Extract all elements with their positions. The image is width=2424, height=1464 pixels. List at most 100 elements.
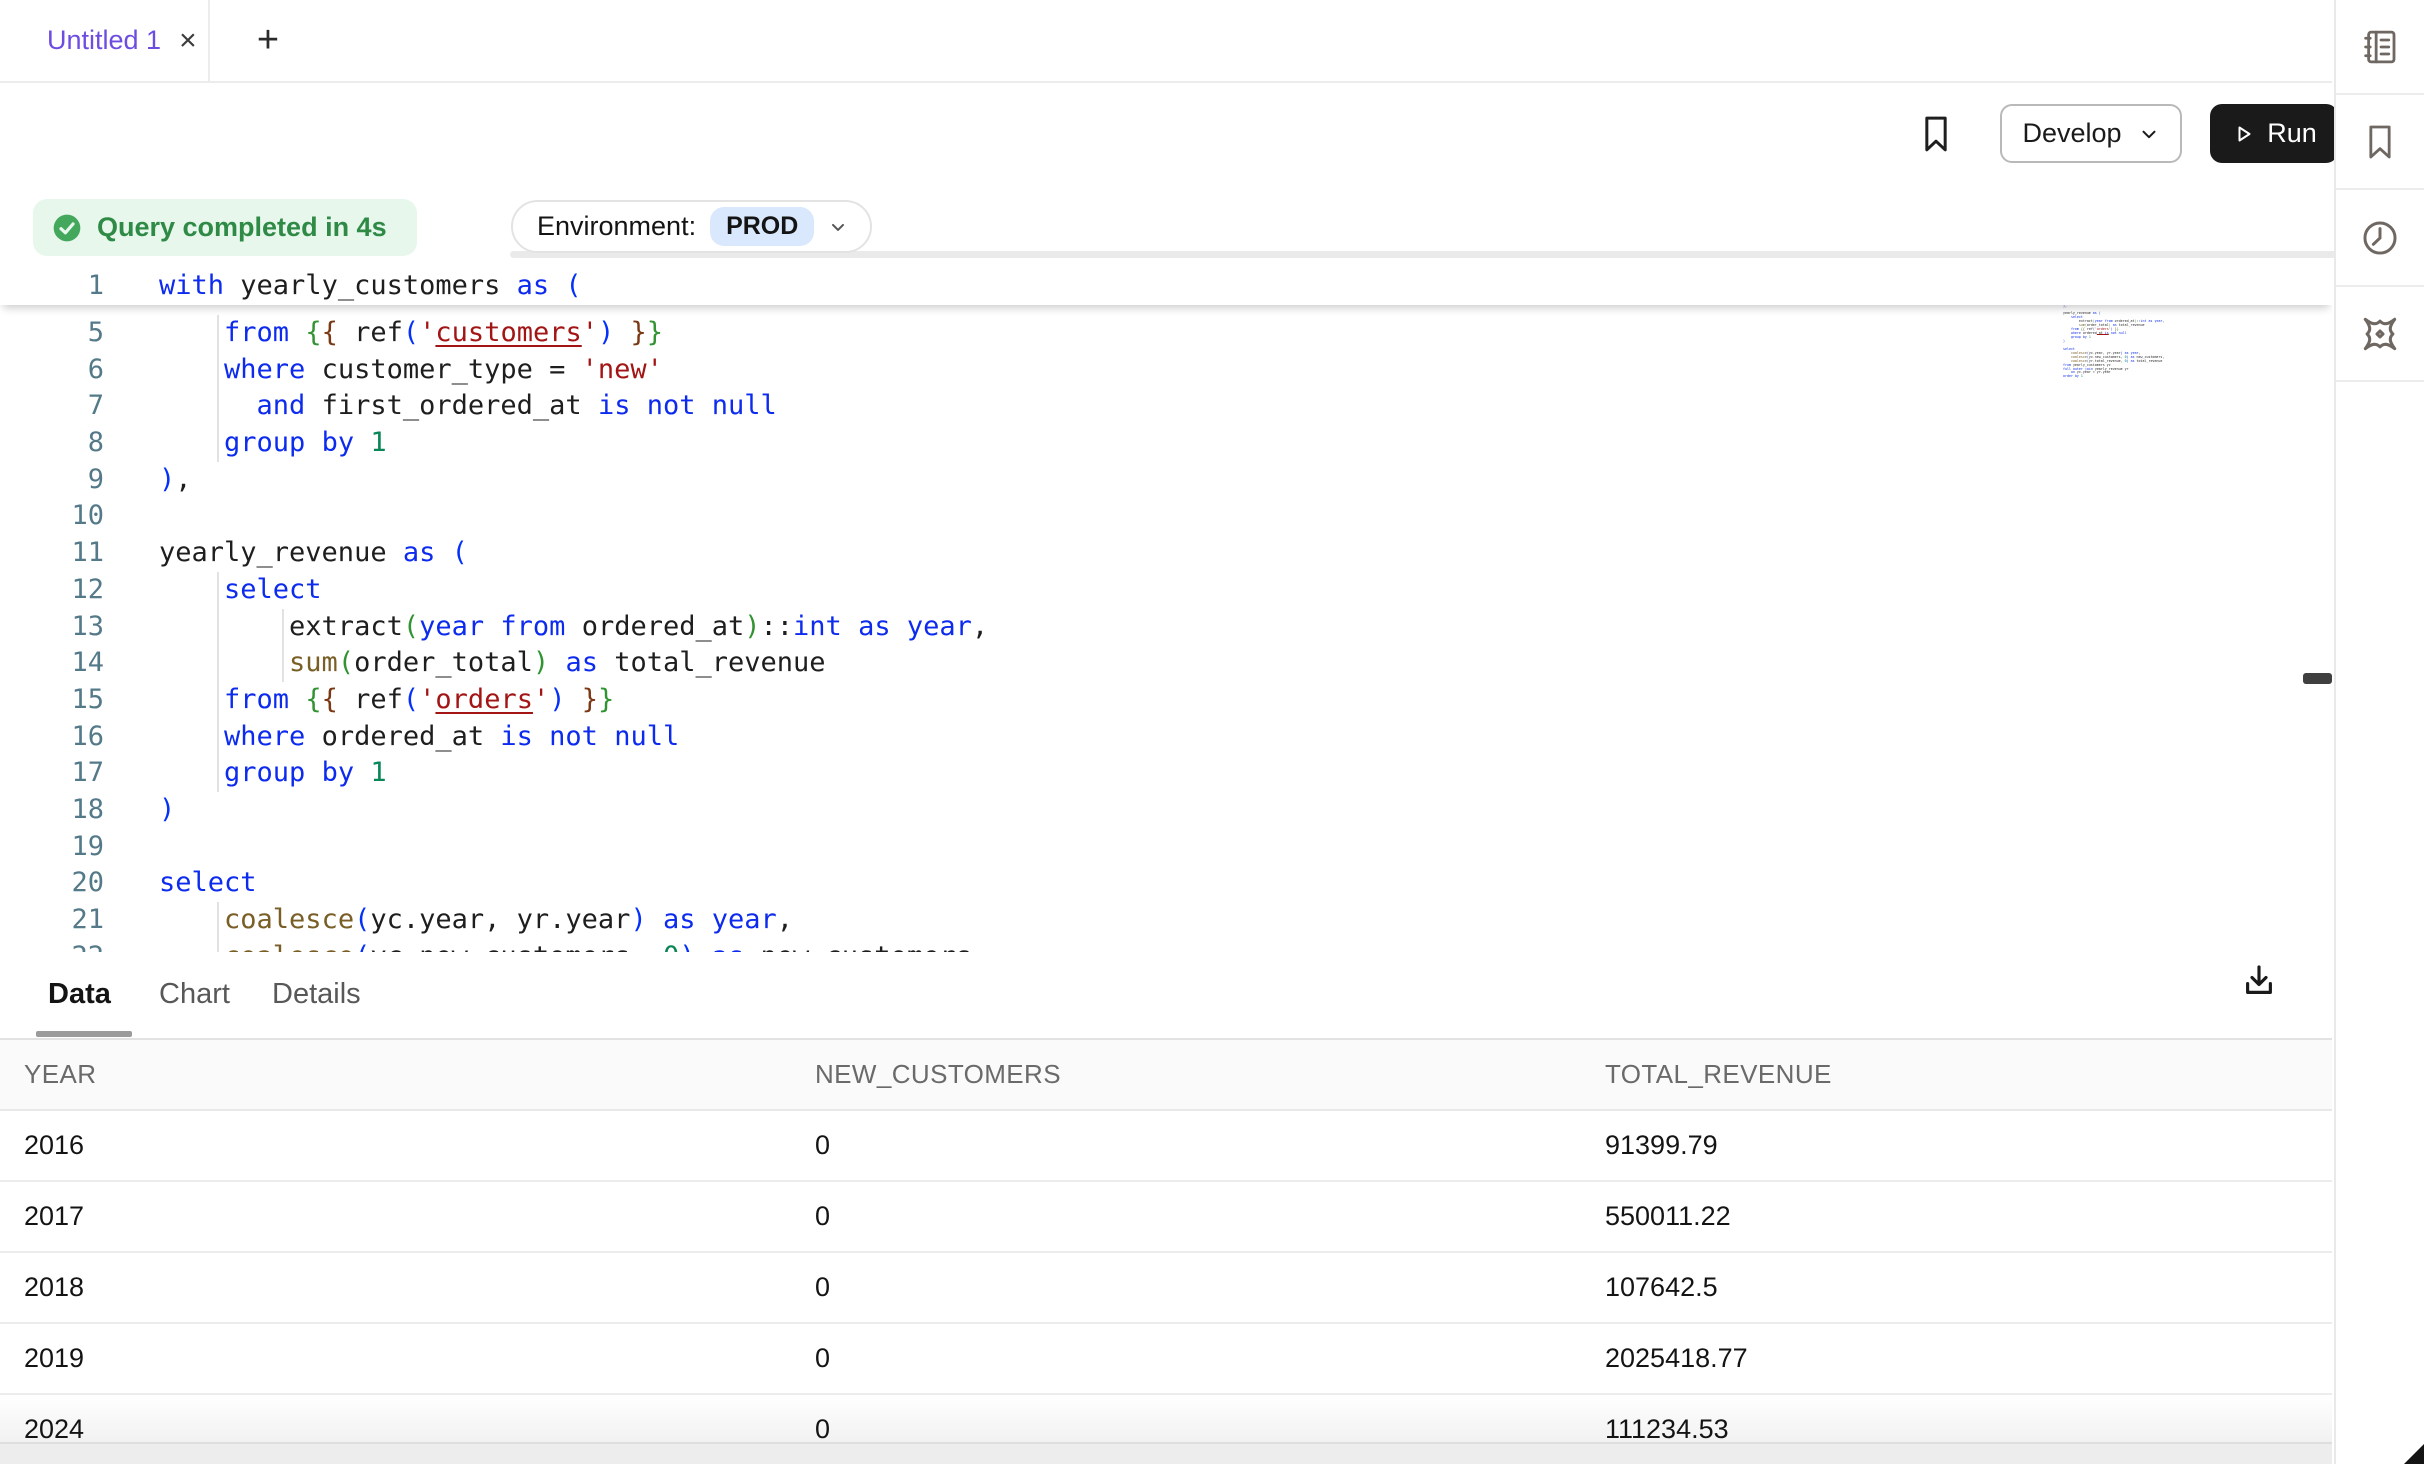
line-number: 22 [0,939,118,952]
develop-label: Develop [2022,118,2121,149]
code-line-19[interactable]: 19 [0,829,2332,866]
code-line-14[interactable]: 14 sum(order_total) as total_revenue [0,645,2332,682]
editor-scrollbar-thumb[interactable] [2303,673,2332,684]
results-tab-bar: Data Chart Details [0,952,2332,1040]
code-line-11[interactable]: 11yearly_revenue as ( [0,535,2332,572]
line-number: 14 [0,645,118,682]
results-tab-data[interactable]: Data [48,978,111,1011]
code-line-17[interactable]: 17 group by 1 [0,755,2332,792]
sidebar-bookmarks-button[interactable] [2336,95,2424,190]
table-cell: 2024 [24,1414,815,1445]
table-row-2019: 201902025418.77 [0,1324,2332,1395]
tab-close-icon[interactable]: × [179,26,197,56]
table-cell: 0 [815,1130,1605,1161]
sidebar-notebook-button[interactable] [2336,0,2424,95]
table-cell: 107642.5 [1605,1272,2332,1303]
environment-selector[interactable]: Environment: PROD [511,200,872,253]
results-tab-chart[interactable]: Chart [159,978,230,1011]
logo-star-icon [2358,312,2402,356]
table-cell: 2017 [24,1201,815,1232]
table-cell: 2018 [24,1272,815,1303]
line-number: 21 [0,902,118,939]
indent-guide [217,682,219,719]
code-line-15[interactable]: 15 from {{ ref('orders') }} [0,682,2332,719]
table-row-2018: 20180107642.5 [0,1253,2332,1324]
indent-guide [217,425,219,462]
sidebar-logo-button[interactable] [2336,287,2424,382]
table-cell: 0 [815,1201,1605,1232]
table-cell: 0 [815,1343,1605,1374]
editor-code-lines: 5 from {{ ref('customers') }}6 where cus… [0,315,2332,952]
line-number: 19 [0,829,118,866]
table-cell: 2019 [24,1343,815,1374]
tab-untitled-1[interactable]: Untitled 1 × [0,0,210,81]
code-line-21[interactable]: 21 coalesce(yc.year, yr.year) as year, [0,902,2332,939]
indent-guide [217,939,219,952]
table-header-row: YEARNEW_CUSTOMERSTOTAL_REVENUE [0,1040,2332,1111]
sql-editor[interactable]: 1with yearly_customers as ( 5 from {{ re… [0,268,2332,952]
code-line-9[interactable]: 9), [0,462,2332,499]
query-status-badge: Query completed in 4s [33,199,417,256]
new-tab-button[interactable]: + [238,0,298,81]
indent-guide [217,609,219,646]
results-scrollbar-track[interactable] [0,1442,2332,1464]
sidebar-history-button[interactable] [2336,190,2424,287]
code-line-12[interactable]: 12 select [0,572,2332,609]
run-button[interactable]: Run [2210,104,2338,163]
bookmark-icon [2360,121,2400,163]
query-status-text: Query completed in 4s [97,212,387,243]
tab-bar: Untitled 1 × + [0,0,2332,83]
window-resize-handle[interactable] [2404,1444,2424,1464]
right-sidebar [2334,0,2424,1464]
code-line-7[interactable]: 7 and first_ordered_at is not null [0,388,2332,425]
indent-guide [217,388,219,425]
column-header-new_customers: NEW_CUSTOMERS [815,1059,1605,1090]
indent-guide [217,572,219,609]
results-tab-details[interactable]: Details [272,978,361,1011]
play-icon [2231,122,2255,146]
column-header-total_revenue: TOTAL_REVENUE [1605,1059,2332,1090]
code-line-6[interactable]: 6 where customer_type = 'new' [0,352,2332,389]
code-line-8[interactable]: 8 group by 1 [0,425,2332,462]
clock-icon [2359,217,2401,259]
line-number: 16 [0,719,118,756]
table-cell: 2025418.77 [1605,1343,2332,1374]
line-number: 18 [0,792,118,829]
chevron-down-icon [828,217,848,237]
tab-label: Untitled 1 [47,25,161,56]
bookmark-icon[interactable] [1916,112,1956,156]
download-icon [2238,960,2280,1002]
active-tab-underline [36,1031,132,1037]
line-number: 7 [0,388,118,425]
line-number: 20 [0,865,118,902]
code-line-5[interactable]: 5 from {{ ref('customers') }} [0,315,2332,352]
table-cell: 111234.53 [1605,1414,2332,1445]
chevron-down-icon [2138,123,2160,145]
code-line-18[interactable]: 18) [0,792,2332,829]
main-area: Untitled 1 × + Develop Run Query co [0,0,2332,1464]
line-number: 11 [0,535,118,572]
indent-guide [217,352,219,389]
code-line-10[interactable]: 10 [0,498,2332,535]
code-line-1[interactable]: 1with yearly_customers as ( [0,268,2332,305]
table-row-2017: 20170550011.22 [0,1182,2332,1253]
develop-dropdown-button[interactable]: Develop [2000,104,2182,163]
code-line-22[interactable]: 22 coalesce(yc.new_customers, 0) as new_… [0,939,2332,952]
indent-guide [217,719,219,756]
indent-guide [282,645,284,682]
run-label: Run [2267,118,2317,149]
environment-label: Environment: [537,211,696,242]
indent-guide [217,315,219,352]
code-line-20[interactable]: 20select [0,865,2332,902]
sticky-scroll-line[interactable]: 1with yearly_customers as ( [0,268,2332,305]
indent-guide [282,609,284,646]
environment-value-badge: PROD [710,207,814,246]
download-results-button[interactable] [2238,960,2284,1006]
code-line-16[interactable]: 16 where ordered_at is not null [0,719,2332,756]
table-cell: 2016 [24,1130,815,1161]
code-line-13[interactable]: 13 extract(year from ordered_at)::int as… [0,609,2332,646]
sql-ide-app: Untitled 1 × + Develop Run Query co [0,0,2424,1464]
line-number: 1 [0,268,118,305]
table-cell: 550011.22 [1605,1201,2332,1232]
indent-guide [217,755,219,792]
